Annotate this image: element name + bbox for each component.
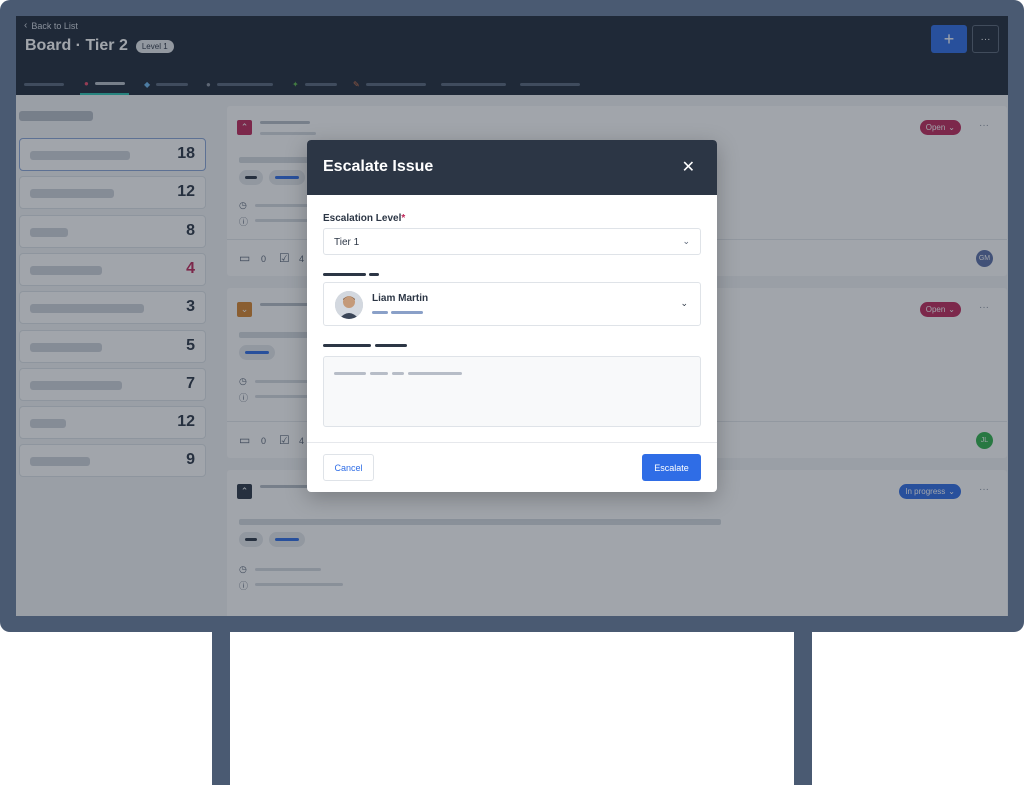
monitor-stand-left bbox=[212, 628, 230, 785]
monitor-stand-right bbox=[794, 628, 812, 785]
assignee-select[interactable]: Liam Martin ⌄ bbox=[323, 282, 701, 326]
assignee-role-placeholder bbox=[391, 311, 423, 314]
escalation-level-text: Escalation Level bbox=[323, 213, 402, 224]
textarea-placeholder bbox=[334, 372, 366, 375]
modal-footer: Cancel Escalate bbox=[307, 442, 717, 492]
assignee-label-placeholder bbox=[369, 273, 379, 276]
avatar bbox=[335, 291, 363, 319]
escalate-button[interactable]: Escalate bbox=[642, 454, 701, 481]
assignee-name: Liam Martin bbox=[372, 293, 429, 304]
textarea-placeholder bbox=[370, 372, 388, 375]
chevron-down-icon: ⌄ bbox=[682, 236, 690, 246]
notes-label-placeholder bbox=[323, 344, 371, 347]
cancel-button[interactable]: Cancel bbox=[323, 454, 374, 481]
modal-title: Escalate Issue bbox=[323, 158, 434, 175]
notes-label-placeholder bbox=[375, 344, 407, 347]
textarea-placeholder bbox=[392, 372, 404, 375]
textarea-placeholder bbox=[408, 372, 462, 375]
close-icon[interactable]: ✕ bbox=[682, 157, 695, 177]
assignee-role-placeholder bbox=[372, 311, 388, 314]
app-screen: ‹ Back to List Board · Tier 2 Level 1 + … bbox=[16, 16, 1008, 616]
escalation-level-label: Escalation Level* bbox=[323, 213, 405, 224]
required-mark: * bbox=[401, 213, 406, 224]
modal-header: Escalate Issue ✕ bbox=[307, 140, 717, 195]
escalation-level-select[interactable]: Tier 1 ⌄ bbox=[323, 228, 701, 255]
assignee-label-placeholder bbox=[323, 273, 366, 276]
chevron-down-icon: ⌄ bbox=[680, 298, 688, 308]
escalation-level-value: Tier 1 bbox=[334, 237, 360, 248]
escalate-issue-modal: Escalate Issue ✕ Escalation Level* Tier … bbox=[307, 140, 717, 492]
notes-textarea[interactable] bbox=[323, 356, 701, 427]
